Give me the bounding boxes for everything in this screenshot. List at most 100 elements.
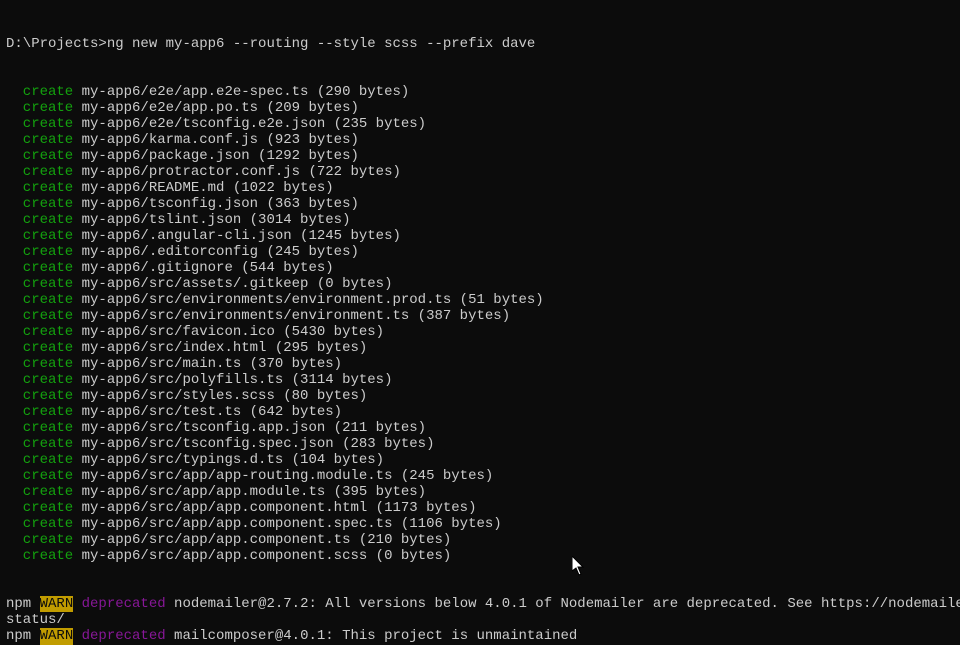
indent xyxy=(6,356,23,372)
create-action: create xyxy=(23,308,73,324)
npm-label: npm xyxy=(6,596,40,612)
create-action: create xyxy=(23,404,73,420)
indent xyxy=(6,100,23,116)
create-action: create xyxy=(23,484,73,500)
create-action: create xyxy=(23,84,73,100)
create-path: my-app6/src/index.html (295 bytes) xyxy=(82,340,368,356)
indent xyxy=(6,276,23,292)
create-action: create xyxy=(23,244,73,260)
create-path: my-app6/e2e/app.e2e-spec.ts (290 bytes) xyxy=(82,84,410,100)
create-action: create xyxy=(23,292,73,308)
create-action: create xyxy=(23,436,73,452)
create-line: create my-app6/src/polyfills.ts (3114 by… xyxy=(6,372,954,388)
create-path: my-app6/src/environments/environment.ts … xyxy=(82,308,510,324)
create-line: create my-app6/src/tsconfig.app.json (21… xyxy=(6,420,954,436)
indent xyxy=(6,292,23,308)
create-path: my-app6/.angular-cli.json (1245 bytes) xyxy=(82,228,401,244)
indent xyxy=(6,404,23,420)
create-path: my-app6/src/app/app.component.html (1173… xyxy=(82,500,477,516)
indent xyxy=(6,484,23,500)
indent xyxy=(6,244,23,260)
create-line: create my-app6/README.md (1022 bytes) xyxy=(6,180,954,196)
create-line: create my-app6/src/styles.scss (80 bytes… xyxy=(6,388,954,404)
create-action: create xyxy=(23,356,73,372)
create-action: create xyxy=(23,180,73,196)
npm-warn-line: npm WARN deprecated nodemailer@2.7.2: Al… xyxy=(6,596,954,612)
indent xyxy=(6,436,23,452)
create-line: create my-app6/.editorconfig (245 bytes) xyxy=(6,244,954,260)
create-action: create xyxy=(23,148,73,164)
create-path: my-app6/tslint.json (3014 bytes) xyxy=(82,212,351,228)
create-line: create my-app6/src/tsconfig.spec.json (2… xyxy=(6,436,954,452)
create-path: my-app6/.editorconfig (245 bytes) xyxy=(82,244,359,260)
indent xyxy=(6,500,23,516)
indent xyxy=(6,468,23,484)
create-line: create my-app6/.angular-cli.json (1245 b… xyxy=(6,228,954,244)
create-action: create xyxy=(23,548,73,564)
indent xyxy=(6,228,23,244)
indent xyxy=(6,84,23,100)
create-action: create xyxy=(23,340,73,356)
create-action: create xyxy=(23,372,73,388)
create-action: create xyxy=(23,516,73,532)
create-action: create xyxy=(23,532,73,548)
create-path: my-app6/src/polyfills.ts (3114 bytes) xyxy=(82,372,393,388)
create-path: my-app6/src/environments/environment.pro… xyxy=(82,292,544,308)
indent xyxy=(6,532,23,548)
create-path: my-app6/src/tsconfig.spec.json (283 byte… xyxy=(82,436,435,452)
create-path: my-app6/README.md (1022 bytes) xyxy=(82,180,334,196)
create-line: create my-app6/src/app/app.component.spe… xyxy=(6,516,954,532)
create-line: create my-app6/src/app/app.component.ts … xyxy=(6,532,954,548)
create-line: create my-app6/.gitignore (544 bytes) xyxy=(6,260,954,276)
create-path: my-app6/karma.conf.js (923 bytes) xyxy=(82,132,359,148)
create-action: create xyxy=(23,388,73,404)
create-line: create my-app6/src/app/app.component.htm… xyxy=(6,500,954,516)
create-line: create my-app6/e2e/tsconfig.e2e.json (23… xyxy=(6,116,954,132)
create-action: create xyxy=(23,116,73,132)
indent xyxy=(6,180,23,196)
indent xyxy=(6,196,23,212)
create-line: create my-app6/tslint.json (3014 bytes) xyxy=(6,212,954,228)
create-path: my-app6/src/app/app-routing.module.ts (2… xyxy=(82,468,494,484)
create-action: create xyxy=(23,324,73,340)
indent xyxy=(6,324,23,340)
indent xyxy=(6,212,23,228)
create-line: create my-app6/src/index.html (295 bytes… xyxy=(6,340,954,356)
create-action: create xyxy=(23,212,73,228)
create-action: create xyxy=(23,132,73,148)
create-line: create my-app6/src/environments/environm… xyxy=(6,308,954,324)
create-line: create my-app6/src/main.ts (370 bytes) xyxy=(6,356,954,372)
create-path: my-app6/src/main.ts (370 bytes) xyxy=(82,356,342,372)
indent xyxy=(6,516,23,532)
create-line: create my-app6/src/favicon.ico (5430 byt… xyxy=(6,324,954,340)
create-path: my-app6/src/typings.d.ts (104 bytes) xyxy=(82,452,384,468)
prompt-path: D:\Projects> xyxy=(6,36,107,52)
create-action: create xyxy=(23,468,73,484)
create-path: my-app6/src/test.ts (642 bytes) xyxy=(82,404,342,420)
create-action: create xyxy=(23,452,73,468)
create-path: my-app6/protractor.conf.js (722 bytes) xyxy=(82,164,401,180)
prompt-command: ng new my-app6 --routing --style scss --… xyxy=(107,36,535,52)
create-path: my-app6/src/favicon.ico (5430 bytes) xyxy=(82,324,384,340)
create-path: my-app6/tsconfig.json (363 bytes) xyxy=(82,196,359,212)
indent xyxy=(6,148,23,164)
create-path: my-app6/src/app/app.component.ts (210 by… xyxy=(82,532,452,548)
create-line: create my-app6/src/environments/environm… xyxy=(6,292,954,308)
create-path: my-app6/src/styles.scss (80 bytes) xyxy=(82,388,368,404)
create-path: my-app6/src/app/app.component.spec.ts (1… xyxy=(82,516,502,532)
create-action: create xyxy=(23,500,73,516)
warn-kind: deprecated xyxy=(82,628,166,644)
create-path: my-app6/e2e/app.po.ts (209 bytes) xyxy=(82,100,359,116)
indent xyxy=(6,388,23,404)
create-path: my-app6/src/app/app.module.ts (395 bytes… xyxy=(82,484,426,500)
warn-message: mailcomposer@4.0.1: This project is unma… xyxy=(166,628,578,644)
create-line: create my-app6/protractor.conf.js (722 b… xyxy=(6,164,954,180)
warn-badge: WARN xyxy=(40,596,74,612)
terminal-output[interactable]: D:\Projects>ng new my-app6 --routing --s… xyxy=(0,0,960,645)
create-action: create xyxy=(23,420,73,436)
create-action: create xyxy=(23,260,73,276)
create-line: create my-app6/package.json (1292 bytes) xyxy=(6,148,954,164)
create-line: create my-app6/tsconfig.json (363 bytes) xyxy=(6,196,954,212)
npm-label: npm xyxy=(6,628,40,644)
create-action: create xyxy=(23,228,73,244)
